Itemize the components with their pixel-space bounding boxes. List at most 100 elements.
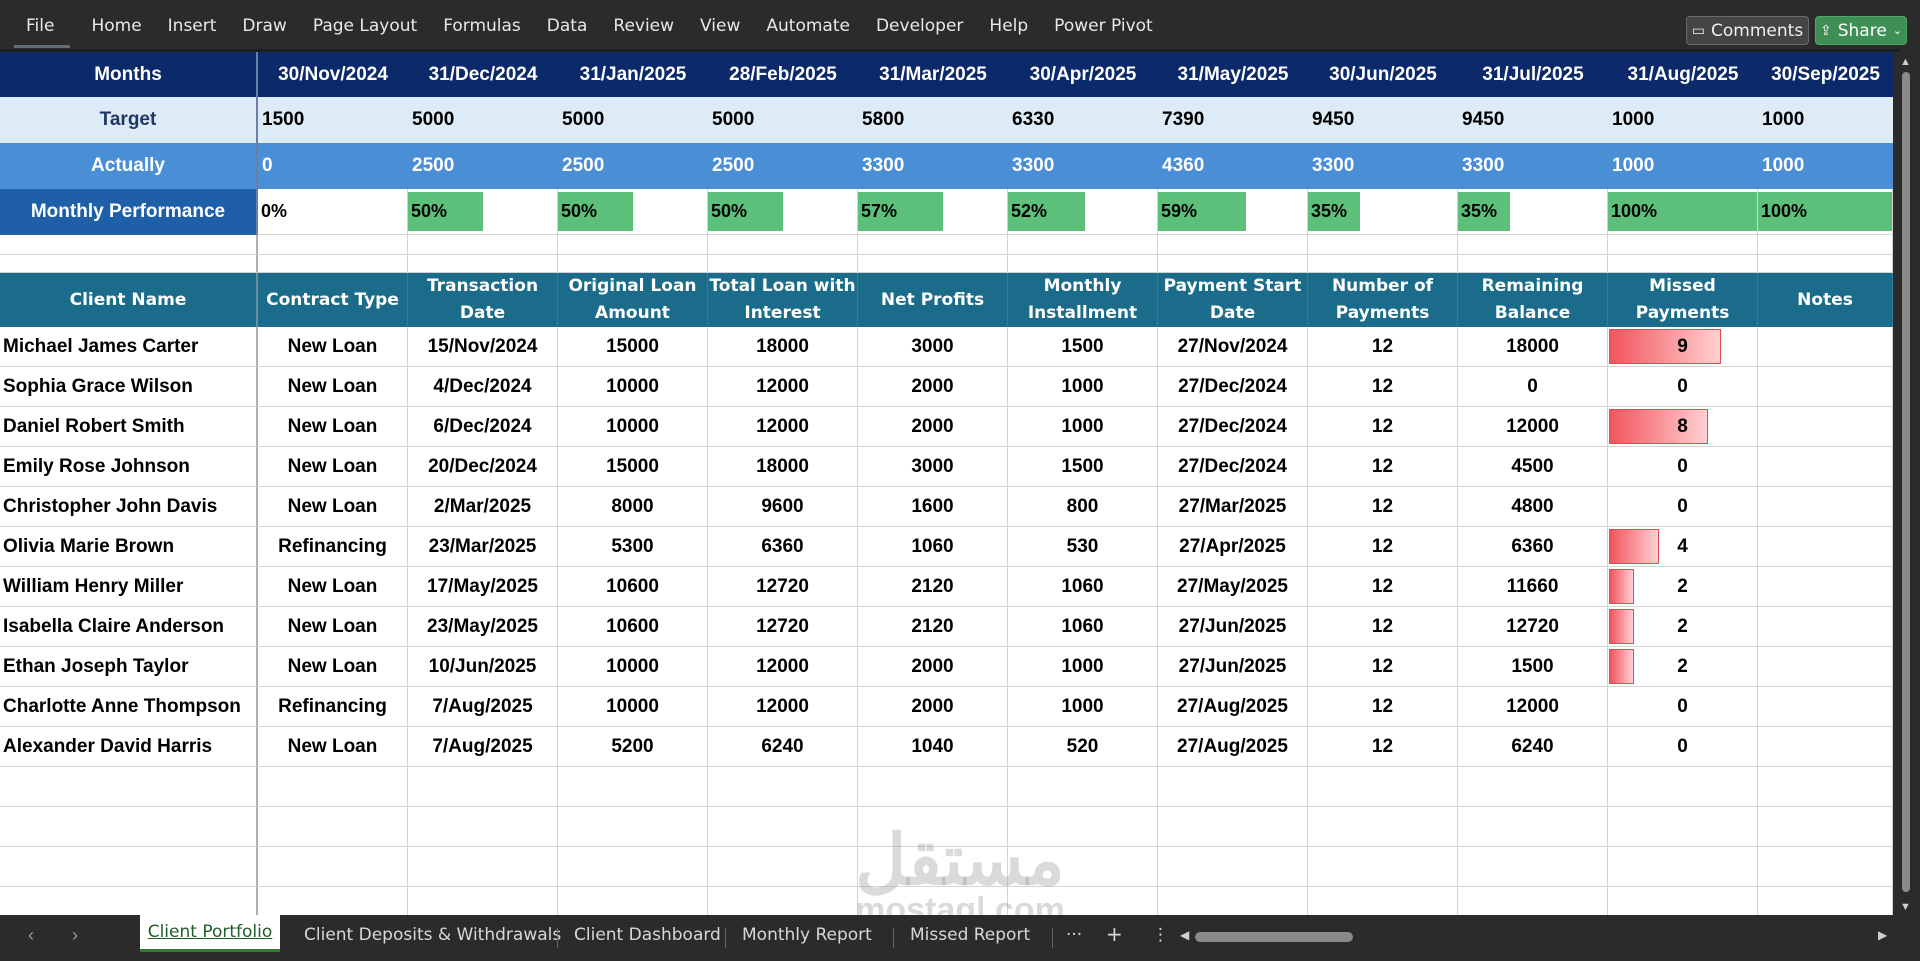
empty-cell[interactable] [1458,255,1608,273]
vertical-scrollbar[interactable]: ▲ ▼ [1893,52,1920,915]
cell-missed-payments[interactable]: 8 [1608,407,1758,447]
menu-insert[interactable]: Insert [155,16,230,36]
empty-cell[interactable] [1608,807,1758,847]
actual-cell[interactable]: 2500 [558,143,708,189]
empty-cell[interactable] [1308,235,1458,255]
target-cell[interactable]: 1500 [258,97,408,143]
empty-cell[interactable] [1008,767,1158,807]
cell-transaction-date[interactable]: 2/Mar/2025 [408,487,558,527]
cell-contract-type[interactable]: New Loan [258,407,408,447]
cell-payment-start[interactable]: 27/Dec/2024 [1158,367,1308,407]
empty-cell[interactable] [1008,255,1158,273]
target-cell[interactable]: 5000 [558,97,708,143]
month-cell[interactable]: 30/Nov/2024 [258,52,408,97]
cell-remaining-balance[interactable]: 1500 [1458,647,1608,687]
sheet-tab-monthly-report[interactable]: Monthly Report [742,925,872,945]
scroll-right-icon[interactable]: ▶ [1878,928,1887,942]
cell-total-loan[interactable]: 18000 [708,327,858,367]
cell-notes[interactable] [1758,727,1893,767]
cell-number-of-payments[interactable]: 12 [1308,527,1458,567]
target-cell[interactable]: 6330 [1008,97,1158,143]
cell-notes[interactable] [1758,607,1893,647]
cell-contract-type[interactable]: Refinancing [258,527,408,567]
actual-cell[interactable]: 0 [258,143,408,189]
menu-view[interactable]: View [687,16,753,36]
performance-cell[interactable]: 59% [1158,189,1308,235]
actual-cell[interactable]: 1000 [1758,143,1893,189]
cell-total-loan[interactable]: 12000 [708,367,858,407]
header-remaining-balance[interactable]: Remaining Balance [1458,273,1608,327]
cell-monthly-installment[interactable]: 800 [1008,487,1158,527]
performance-cell[interactable]: 35% [1458,189,1608,235]
header-notes[interactable]: Notes [1758,273,1893,327]
cell-total-loan[interactable]: 9600 [708,487,858,527]
cell-transaction-date[interactable]: 7/Aug/2025 [408,687,558,727]
empty-cell[interactable] [1158,807,1308,847]
cell-transaction-date[interactable]: 23/May/2025 [408,607,558,647]
empty-cell[interactable] [1308,255,1458,273]
scroll-left-icon[interactable]: ◀ [1180,928,1189,942]
cell-contract-type[interactable]: New Loan [258,327,408,367]
cell-total-loan[interactable]: 6360 [708,527,858,567]
empty-cell[interactable] [558,887,708,915]
actual-cell[interactable]: 3300 [1008,143,1158,189]
header-monthly-installment[interactable]: Monthly Installment [1008,273,1158,327]
cell-remaining-balance[interactable]: 0 [1458,367,1608,407]
empty-cell[interactable] [558,807,708,847]
cell-missed-payments[interactable]: 2 [1608,647,1758,687]
empty-cell[interactable] [1458,767,1608,807]
cell-remaining-balance[interactable]: 6240 [1458,727,1608,767]
share-button[interactable]: ⇪ Share ⌄ [1815,16,1907,45]
chevron-left-icon[interactable]: ‹ [28,925,34,946]
month-cell[interactable]: 31/Aug/2025 [1608,52,1758,97]
target-cell[interactable]: 9450 [1458,97,1608,143]
menu-help[interactable]: Help [976,16,1041,36]
actual-cell[interactable]: 2500 [708,143,858,189]
month-cell[interactable]: 30/Apr/2025 [1008,52,1158,97]
empty-cell[interactable] [708,847,858,887]
cell-remaining-balance[interactable]: 12720 [1458,607,1608,647]
actual-cell[interactable]: 3300 [1308,143,1458,189]
horizontal-scroll-thumb[interactable] [1195,932,1353,942]
empty-cell[interactable] [708,235,858,255]
header-client-name[interactable]: Client Name [0,273,258,327]
empty-cell[interactable] [1608,847,1758,887]
empty-cell[interactable] [1608,255,1758,273]
empty-cell[interactable] [0,847,258,887]
cell-monthly-installment[interactable]: 1000 [1008,367,1158,407]
performance-cell[interactable]: 35% [1308,189,1458,235]
menu-file[interactable]: File [0,16,78,48]
cell-notes[interactable] [1758,647,1893,687]
cell-original-loan[interactable]: 10000 [558,367,708,407]
empty-cell[interactable] [858,887,1008,915]
cell-contract-type[interactable]: New Loan [258,447,408,487]
cell-notes[interactable] [1758,687,1893,727]
cell-transaction-date[interactable]: 15/Nov/2024 [408,327,558,367]
cell-missed-payments[interactable]: 4 [1608,527,1758,567]
cell-net-profits[interactable]: 2000 [858,407,1008,447]
empty-cell[interactable] [708,767,858,807]
cell-monthly-installment[interactable]: 1000 [1008,687,1158,727]
actual-cell[interactable]: 4360 [1158,143,1308,189]
month-cell[interactable]: 30/Sep/2025 [1758,52,1893,97]
cell-total-loan[interactable]: 12000 [708,647,858,687]
cell-number-of-payments[interactable]: 12 [1308,607,1458,647]
cell-number-of-payments[interactable]: 12 [1308,487,1458,527]
cell-contract-type[interactable]: New Loan [258,727,408,767]
menu-developer[interactable]: Developer [863,16,976,36]
empty-cell[interactable] [1458,887,1608,915]
performance-cell[interactable]: 57% [858,189,1008,235]
cell-total-loan[interactable]: 12720 [708,567,858,607]
empty-cell[interactable] [1008,887,1158,915]
cell-number-of-payments[interactable]: 12 [1308,327,1458,367]
cell-monthly-installment[interactable]: 1000 [1008,647,1158,687]
comments-button[interactable]: ▭ Comments [1686,16,1809,45]
performance-cell[interactable]: 50% [408,189,558,235]
header-total-loan[interactable]: Total Loan with Interest [708,273,858,327]
cell-remaining-balance[interactable]: 18000 [1458,327,1608,367]
cell-total-loan[interactable]: 12000 [708,407,858,447]
cell-monthly-installment[interactable]: 1500 [1008,327,1158,367]
cell-notes[interactable] [1758,447,1893,487]
month-cell[interactable]: 31/May/2025 [1158,52,1308,97]
empty-cell[interactable] [258,887,408,915]
